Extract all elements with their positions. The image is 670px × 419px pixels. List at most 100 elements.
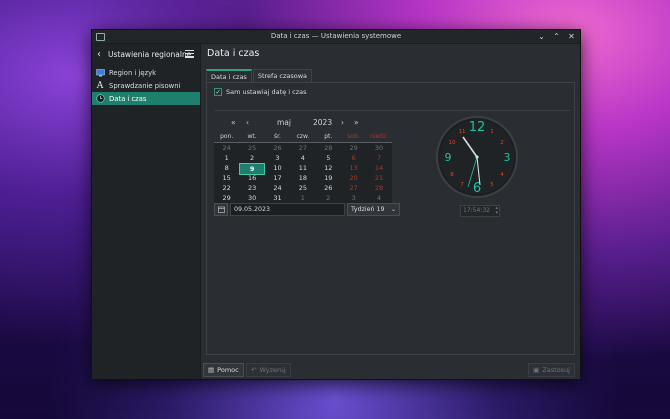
next-year-icon[interactable]: » (354, 118, 359, 127)
calendar-day[interactable]: 28 (316, 143, 341, 153)
maximize-icon[interactable]: ⌃ (552, 31, 561, 41)
sidebar: ‹ Ustawienia regionalne Region i język A… (92, 44, 201, 379)
week-select-label: Tydzień 19 (351, 206, 385, 213)
weekday-header: pt. (324, 133, 333, 140)
calendar-week-row: 29 30 31 1 2 3 4 (214, 193, 392, 203)
window-titlebar[interactable]: Data i czas — Ustawienia systemowe ⌄ ⌃ ✕ (92, 30, 580, 44)
calendar-week-row: 1234567 (214, 153, 392, 163)
calendar-day[interactable]: 22 (214, 183, 239, 193)
calendar-day[interactable]: 19 (316, 173, 341, 183)
apply-label: Zastosuj (542, 366, 570, 374)
calendar-day[interactable]: 7 (366, 153, 391, 163)
checkmark-icon[interactable]: ✓ (214, 88, 222, 96)
settings-window: Data i czas — Ustawienia systemowe ⌄ ⌃ ✕… (91, 29, 581, 380)
help-icon: ▤ (208, 366, 215, 374)
footer: ▤ Pomoc ↶ Wyzeruj ▣ Zastosuj (201, 359, 580, 379)
year-label[interactable]: 2023 (313, 118, 332, 127)
calendar-day[interactable]: 28 (366, 183, 391, 193)
sidebar-item-spellcheck[interactable]: A Sprawdzanie pisowni (92, 79, 200, 92)
calendar-day[interactable]: 4 (290, 153, 315, 163)
apply-button[interactable]: ▣ Zastosuj (528, 363, 575, 377)
calendar-day[interactable]: 4 (366, 193, 391, 203)
calendar-day[interactable]: 1 (290, 193, 315, 203)
analog-clock: 12 3 6 9 12 45 78 1011 (436, 116, 518, 198)
sidebar-item-region[interactable]: Region i język (92, 66, 200, 79)
prev-month-icon[interactable]: ‹ (246, 118, 249, 127)
minimize-icon[interactable]: ⌄ (537, 31, 546, 41)
calendar-day[interactable]: 27 (290, 143, 315, 153)
clock-numeral-12: 12 (469, 120, 486, 135)
auto-datetime-label: Sam ustawiaj datę i czas (226, 88, 307, 96)
date-input[interactable]: 09.05.2023 (230, 203, 345, 216)
sidebar-item-datetime[interactable]: Data i czas (92, 92, 200, 105)
calendar-day[interactable]: 6 (341, 153, 366, 163)
tab-bar: Data i czas Strefa czasowa (206, 69, 313, 83)
chevron-down-icon: ⌄ (390, 206, 396, 213)
calendar-week-row: 22 23 24 25 26 27 28 (214, 183, 392, 193)
calendar-day[interactable]: 5 (316, 153, 341, 163)
sidebar-item-label: Data i czas (109, 94, 147, 103)
calendar-day[interactable]: 16 (239, 173, 264, 183)
calendar-day[interactable]: 18 (290, 173, 315, 183)
weekday-header: sob. (347, 133, 360, 140)
week-select[interactable]: Tydzień 19 ⌄ (347, 203, 400, 216)
calendar-day[interactable]: 29 (214, 193, 239, 203)
calendar-day[interactable]: 30 (239, 193, 264, 203)
main-content: Data i czas Data i czas Strefa czasowa ✓… (201, 44, 580, 379)
help-label: Pomoc (217, 366, 239, 374)
divider (215, 110, 570, 111)
calendar-day[interactable]: 2 (239, 153, 264, 163)
calendar-week-row: 15 16 17 18 19 20 21 (214, 173, 392, 183)
calendar-day[interactable]: 21 (366, 173, 391, 183)
page-title: Data i czas (207, 48, 260, 59)
hamburger-menu-icon[interactable] (185, 50, 194, 60)
calendar-day[interactable]: 3 (265, 153, 290, 163)
tab-timezone[interactable]: Strefa czasowa (252, 69, 313, 82)
next-month-icon[interactable]: › (341, 118, 344, 127)
calendar-day[interactable]: 24 (214, 143, 239, 153)
svg-text:2: 2 (500, 140, 504, 146)
weekday-header: śr. (274, 133, 281, 140)
month-label[interactable]: maj (277, 118, 291, 127)
calendar-day[interactable]: 23 (239, 183, 264, 193)
calendar-day[interactable]: 29 (341, 143, 366, 153)
calendar-day[interactable]: 25 (239, 143, 264, 153)
spinbox-arrows-icon[interactable]: ▴ ▾ (495, 206, 498, 216)
back-icon[interactable]: ‹ (97, 49, 101, 60)
weekday-header: czw. (296, 133, 310, 140)
calendar-week-row: 8 9 10 11 12 13 14 (214, 163, 392, 175)
svg-text:7: 7 (460, 182, 464, 188)
calendar-day[interactable]: 24 (265, 183, 290, 193)
calendar-day[interactable]: 26 (265, 143, 290, 153)
help-button[interactable]: ▤ Pomoc (203, 363, 244, 377)
calendar-nav: « ‹ maj 2023 › » (214, 118, 392, 130)
defaults-label: Wyzeruj (259, 366, 286, 374)
svg-text:11: 11 (459, 129, 466, 135)
tab-panel: ✓ Sam ustawiaj datę i czas « ‹ maj 2023 … (206, 82, 575, 355)
weekday-header: niedz. (370, 133, 389, 140)
auto-datetime-checkbox[interactable]: ✓ Sam ustawiaj datę i czas (214, 88, 306, 96)
svg-text:10: 10 (449, 140, 456, 146)
calendar-day[interactable]: 2 (316, 193, 341, 203)
svg-text:1: 1 (490, 129, 494, 135)
prev-year-icon[interactable]: « (231, 118, 236, 127)
calendar-day[interactable]: 27 (341, 183, 366, 193)
calendar-icon[interactable] (214, 203, 228, 216)
calendar-day[interactable]: 25 (290, 183, 315, 193)
calendar-day[interactable]: 26 (316, 183, 341, 193)
defaults-button[interactable]: ↶ Wyzeruj (246, 363, 291, 377)
calendar-day[interactable]: 30 (366, 143, 391, 153)
calendar-day[interactable]: 3 (341, 193, 366, 203)
calendar-day[interactable]: 20 (341, 173, 366, 183)
calendar-day[interactable]: 31 (265, 193, 290, 203)
weekday-header: pon. (220, 133, 234, 140)
calendar-day[interactable]: 15 (214, 173, 239, 183)
reset-icon: ↶ (251, 366, 257, 374)
close-icon[interactable]: ✕ (567, 31, 576, 41)
calendar-day[interactable]: 17 (265, 173, 290, 183)
calendar-day[interactable]: 1 (214, 153, 239, 163)
clock-numeral-9: 9 (445, 151, 452, 164)
time-input[interactable]: 17:54:32 ▴ ▾ (460, 205, 500, 217)
clock-numeral-3: 3 (504, 151, 511, 164)
tab-date-time[interactable]: Data i czas (206, 69, 252, 83)
